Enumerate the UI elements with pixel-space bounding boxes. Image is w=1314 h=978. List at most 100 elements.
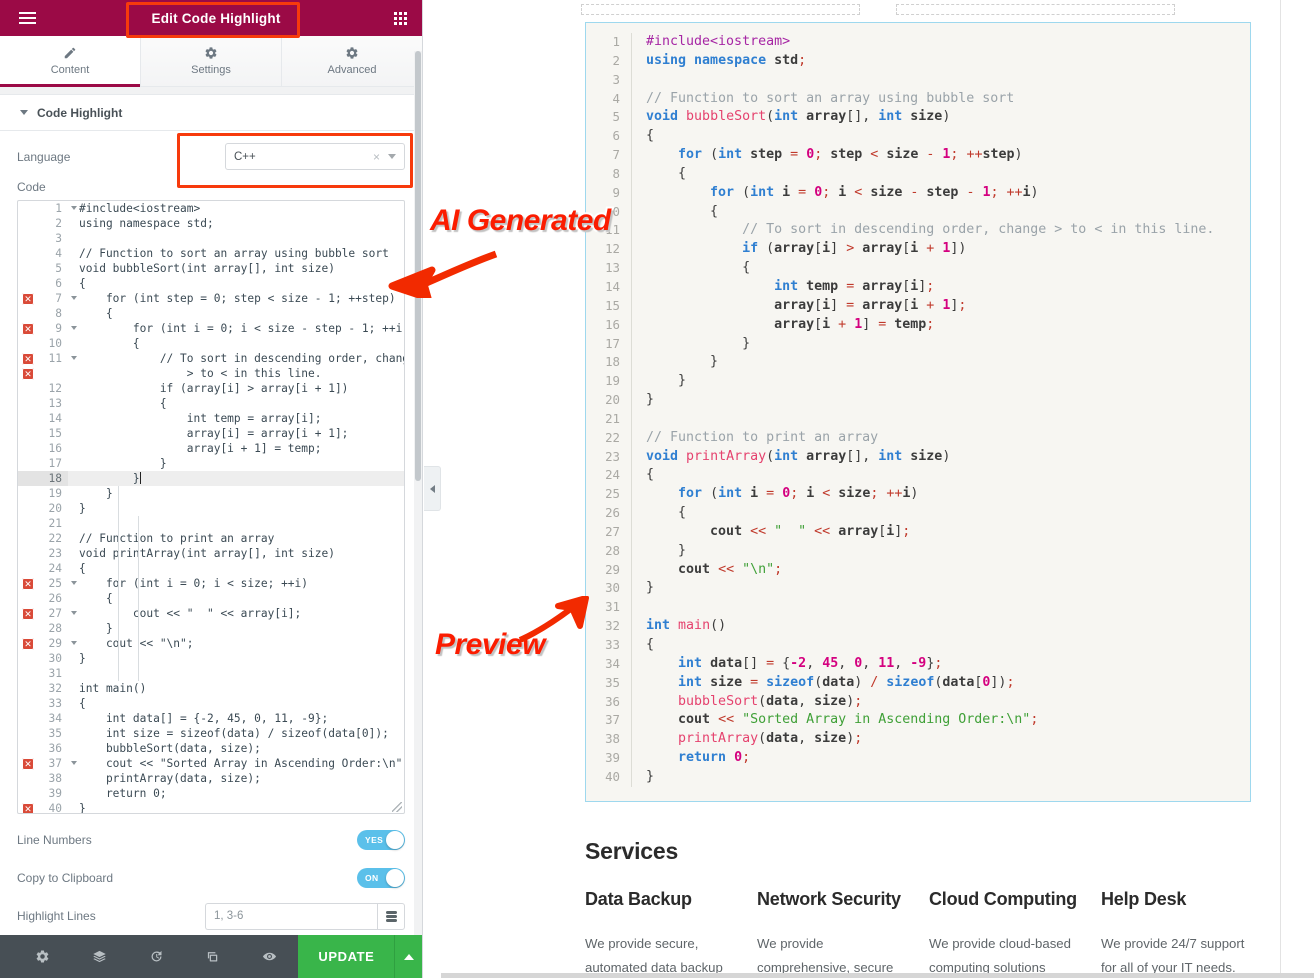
editor-line[interactable]: 22// Function to print an array	[18, 531, 404, 546]
dynamic-tags-icon[interactable]	[377, 902, 405, 930]
editor-error-icon[interactable]: ✕	[22, 367, 34, 380]
code-editor[interactable]: 1 #include<iostream> 2 using namespace std;…	[17, 200, 405, 814]
editor-error-icon[interactable]: ✕	[22, 802, 34, 813]
editor-line[interactable]: 1 #include<iostream>	[18, 201, 404, 216]
editor-line[interactable]: 31	[18, 666, 404, 681]
panel-scrollbar[interactable]	[414, 51, 422, 935]
gear-icon[interactable]	[14, 935, 71, 978]
copy-clipboard-toggle[interactable]: ON	[357, 868, 405, 888]
editor-gutter-number: 8	[55, 307, 62, 320]
eye-preview-icon[interactable]	[241, 935, 298, 978]
preview-code-line: 39 return 0;	[586, 749, 1250, 768]
code-highlight-widget[interactable]: 1 #include<iostream> 2 using namespace std;…	[585, 22, 1251, 802]
preview-line-number: 9	[586, 183, 632, 203]
editor-line[interactable]: 32 int main()	[18, 681, 404, 696]
update-button[interactable]: UPDATE	[298, 935, 395, 978]
editor-gutter-number: 3	[55, 232, 62, 245]
editor-line[interactable]: 17 }	[18, 456, 404, 471]
layers-icon[interactable]	[71, 935, 128, 978]
editor-line-text: void bubbleSort(int array[], int size)	[79, 262, 335, 275]
editor-line[interactable]: 4 // Function to sort an array using bubb…	[18, 246, 404, 261]
editor-gutter-number: 39	[48, 787, 62, 800]
editor-resize-grip[interactable]	[392, 802, 402, 812]
editor-line[interactable]: 13 {	[18, 396, 404, 411]
section-code-highlight-header[interactable]: Code Highlight	[0, 95, 422, 131]
editor-line[interactable]: ✕ > to < in this line.	[18, 366, 404, 381]
language-select[interactable]: C++ ×	[225, 143, 405, 170]
tab-settings[interactable]: Settings	[141, 36, 282, 86]
editor-line[interactable]: 11 ✕ // To sort in descending order, chan…	[18, 351, 404, 366]
editor-line-text: {	[79, 697, 86, 710]
preview-code-line: 23 void printArray(int array[], int size)	[586, 447, 1250, 467]
preview-line-number: 21	[586, 409, 632, 429]
editor-line-text: for (int i = 0; i < size - step - 1; ++i…	[79, 322, 404, 335]
editor-gutter-number: 14	[48, 412, 62, 425]
editor-line[interactable]: 14 int temp = array[i];	[18, 411, 404, 426]
code-editor-surface[interactable]: 1 #include<iostream> 2 using namespace std;…	[18, 201, 404, 813]
editor-line[interactable]: 39 return 0;	[18, 786, 404, 801]
editor-line[interactable]: 15 array[i] = array[i + 1];	[18, 426, 404, 441]
editor-line[interactable]: 18 }	[18, 471, 404, 486]
editor-line[interactable]: 23 void printArray(int array[], int size)	[18, 546, 404, 561]
highlight-lines-input[interactable]	[205, 902, 377, 930]
history-icon[interactable]	[128, 935, 185, 978]
editor-line[interactable]: 28 }	[18, 621, 404, 636]
editor-line[interactable]: 10 {	[18, 336, 404, 351]
editor-line[interactable]: 35 int size = sizeof(data) / sizeof(data…	[18, 726, 404, 741]
editor-line[interactable]: 21	[18, 516, 404, 531]
preview-scrollbar[interactable]	[1281, 0, 1314, 978]
placeholder-box[interactable]	[896, 4, 1175, 15]
editor-line[interactable]: 9 ✕ for (int i = 0; i < size - step - 1; …	[18, 321, 404, 336]
editor-line[interactable]: 3	[18, 231, 404, 246]
editor-error-icon[interactable]: ✕	[22, 757, 34, 770]
editor-line[interactable]: 8 {	[18, 306, 404, 321]
editor-line[interactable]: 12 if (array[i] > array[i + 1])	[18, 381, 404, 396]
preview-line-source: void printArray(int array[], int size)	[646, 448, 951, 464]
editor-gutter-number: 24	[48, 562, 62, 575]
editor-line[interactable]: 2 using namespace std;	[18, 216, 404, 231]
editor-line[interactable]: 36 bubbleSort(data, size);	[18, 741, 404, 756]
preview-canvas: 1 #include<iostream> 2 using namespace std;…	[441, 0, 1314, 978]
clear-icon[interactable]: ×	[373, 150, 380, 164]
editor-line[interactable]: 7 ✕ for (int step = 0; step < size - 1; +…	[18, 291, 404, 306]
tab-content[interactable]: Content	[0, 36, 141, 87]
editor-line[interactable]: 38 printArray(data, size);	[18, 771, 404, 786]
editor-error-icon[interactable]: ✕	[22, 637, 34, 650]
preview-line-source: for (int i = 0; i < size; ++i)	[678, 486, 919, 502]
editor-line[interactable]: 29 ✕ cout << "\n";	[18, 636, 404, 651]
placeholder-box[interactable]	[581, 4, 860, 15]
editor-line[interactable]: 34 int data[] = {-2, 45, 0, 11, -9};	[18, 711, 404, 726]
editor-line[interactable]: 20}	[18, 501, 404, 516]
editor-line-text: if (array[i] > array[i + 1])	[79, 382, 349, 395]
tab-advanced[interactable]: Advanced	[282, 36, 422, 86]
panel-collapse-handle[interactable]	[424, 466, 441, 511]
toggle-knob	[386, 869, 404, 887]
line-numbers-toggle[interactable]: YES	[357, 830, 405, 850]
preview-code-line: 35 int size = sizeof(data) / sizeof(data…	[586, 673, 1250, 693]
editor-line[interactable]: 24{	[18, 561, 404, 576]
editor-line[interactable]: 19 }	[18, 486, 404, 501]
grid-apps-icon[interactable]	[378, 0, 422, 36]
responsive-icon[interactable]	[185, 935, 242, 978]
editor-error-icon[interactable]: ✕	[22, 352, 34, 365]
editor-line[interactable]: 30}	[18, 651, 404, 666]
editor-line-text: }	[79, 802, 86, 813]
editor-line[interactable]: 37 ✕ cout << "Sorted Array in Ascending O…	[18, 756, 404, 771]
editor-error-icon[interactable]: ✕	[22, 322, 34, 335]
editor-error-icon[interactable]: ✕	[22, 577, 34, 590]
editor-line[interactable]: 27 ✕ cout << " " << array[i];	[18, 606, 404, 621]
editor-line[interactable]: 6{	[18, 276, 404, 291]
editor-line[interactable]: 26 {	[18, 591, 404, 606]
editor-error-icon[interactable]: ✕	[22, 292, 34, 305]
editor-line[interactable]: 33 {	[18, 696, 404, 711]
editor-line[interactable]: 40 ✕}	[18, 801, 404, 813]
hamburger-icon[interactable]	[0, 0, 54, 36]
editor-line[interactable]: 16 array[i + 1] = temp;	[18, 441, 404, 456]
editor-error-icon[interactable]: ✕	[22, 607, 34, 620]
editor-line[interactable]: 5 void bubbleSort(int array[], int size)	[18, 261, 404, 276]
preview-line-source: // Function to sort an array using bubbl…	[646, 90, 1015, 106]
update-options-caret-icon[interactable]	[394, 935, 422, 978]
preview-line-number: 40	[586, 767, 632, 787]
editor-line[interactable]: 25 ✕ for (int i = 0; i < size; ++i)	[18, 576, 404, 591]
editor-line-text: // Function to sort an array using bubbl…	[79, 247, 389, 260]
